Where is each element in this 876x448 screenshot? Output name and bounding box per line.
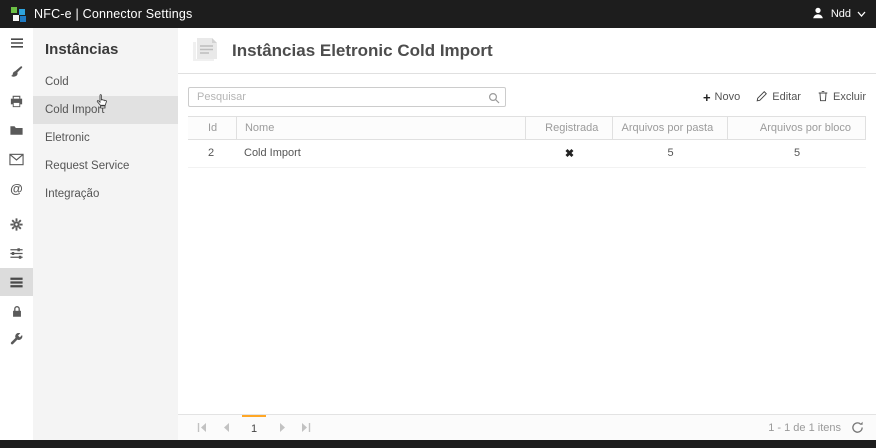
document-icon <box>190 35 222 67</box>
icon-rail: @ <box>0 28 33 440</box>
data-grid: Id Nome Registrada Arquivos por pasta Ar… <box>188 116 866 168</box>
table-row[interactable]: 2 Cold Import ✖ 5 5 <box>188 140 866 168</box>
column-header-id[interactable]: Id <box>188 117 236 139</box>
sidebar-item-request-service[interactable]: Request Service <box>33 152 178 180</box>
user-name: Ndd <box>831 8 851 20</box>
plus-icon: + <box>703 91 711 104</box>
cell-arquivos-por-bloco: 5 <box>728 140 866 167</box>
sidebar-item-cold[interactable]: Cold <box>33 68 178 96</box>
excluir-button[interactable]: Excluir <box>817 90 866 105</box>
lock-icon[interactable] <box>0 297 33 325</box>
pencil-icon <box>756 90 768 105</box>
novo-button[interactable]: + Novo <box>703 91 740 104</box>
cell-id: 2 <box>188 140 236 167</box>
next-page-icon[interactable] <box>270 415 294 440</box>
wrench-icon[interactable] <box>0 326 33 354</box>
app-title: NFC-e | Connector Settings <box>34 7 193 21</box>
sidebar-item-eletronic[interactable]: Eletronic <box>33 124 178 152</box>
column-header-arquivos-por-bloco[interactable]: Arquivos por bloco <box>727 117 865 139</box>
menu-icon[interactable] <box>0 29 33 57</box>
cell-nome: Cold Import <box>236 140 526 167</box>
prev-page-icon[interactable] <box>214 415 238 440</box>
mail-icon[interactable] <box>0 145 33 173</box>
page-title: Instâncias Eletronic Cold Import <box>232 41 493 61</box>
pager: 1 1 - 1 de 1 itens <box>178 414 876 440</box>
app-logo <box>10 6 26 22</box>
user-menu[interactable]: Ndd <box>811 6 866 23</box>
top-bar: NFC-e | Connector Settings Ndd <box>0 0 876 28</box>
sidebar: Instâncias Cold Cold Import Eletronic Re… <box>33 28 178 440</box>
search-input[interactable] <box>188 87 506 107</box>
brush-icon[interactable] <box>0 58 33 86</box>
user-icon <box>811 6 825 23</box>
editar-button[interactable]: Editar <box>756 90 801 105</box>
search-icon <box>488 91 500 109</box>
column-header-registrada[interactable]: Registrada <box>525 117 612 139</box>
toolbar-actions: + Novo Editar Excluir <box>703 90 866 105</box>
last-page-icon[interactable] <box>294 415 318 440</box>
first-page-icon[interactable] <box>190 415 214 440</box>
bottom-bar <box>0 440 876 448</box>
grid-header: Id Nome Registrada Arquivos por pasta Ar… <box>188 116 866 140</box>
sidebar-title: Instâncias <box>33 28 178 68</box>
printer-icon[interactable] <box>0 87 33 115</box>
at-icon[interactable]: @ <box>0 174 33 202</box>
pager-info: 1 - 1 de 1 itens <box>768 422 841 434</box>
main-header: Instâncias Eletronic Cold Import <box>178 28 876 74</box>
sliders-icon[interactable] <box>0 239 33 267</box>
current-page[interactable]: 1 <box>242 415 266 440</box>
folder-icon[interactable] <box>0 116 33 144</box>
app-body: @ Instâncias Cold Cold Import Eletronic … <box>0 28 876 440</box>
toolbar: + Novo Editar Excluir <box>178 74 876 116</box>
search-box <box>188 87 506 107</box>
sidebar-item-integracao[interactable]: Integração <box>33 180 178 208</box>
trash-icon <box>817 90 829 105</box>
chevron-down-icon <box>857 8 866 20</box>
column-header-nome[interactable]: Nome <box>236 117 526 139</box>
gear-icon[interactable] <box>0 210 33 238</box>
refresh-icon[interactable] <box>851 421 864 434</box>
grid-icon[interactable] <box>0 268 33 296</box>
main-panel: Instâncias Eletronic Cold Import + Novo <box>178 28 876 440</box>
cell-registrada: ✖ <box>526 140 613 167</box>
sidebar-item-cold-import[interactable]: Cold Import <box>33 96 178 124</box>
content-spacer <box>178 168 876 414</box>
cell-arquivos-por-pasta: 5 <box>613 140 728 167</box>
column-header-arquivos-por-pasta[interactable]: Arquivos por pasta <box>612 117 727 139</box>
